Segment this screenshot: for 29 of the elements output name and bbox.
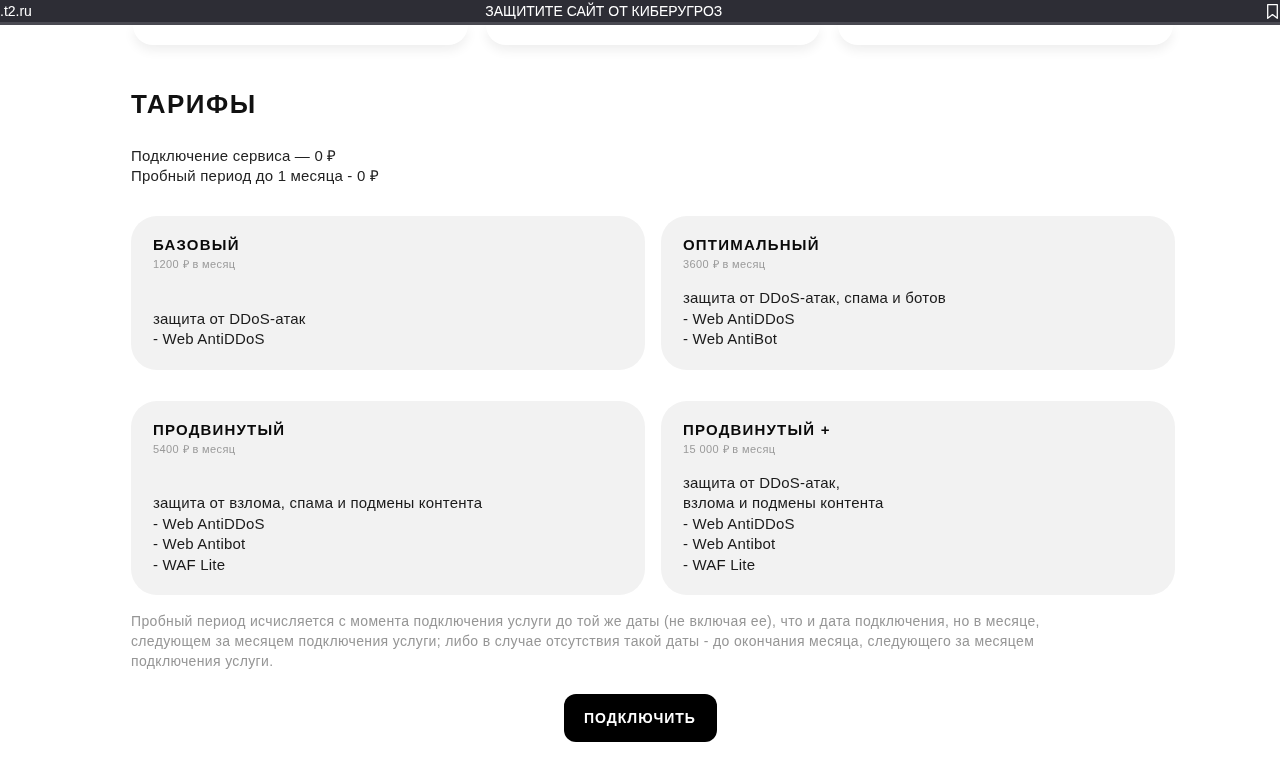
plan-name: ОПТИМАЛЬНЫЙ: [683, 236, 820, 254]
plan-description: защита от DDoS-атак, взлома и подмены контента: [683, 472, 884, 513]
trial-note: Пробный период исчисляется с момента подключения услуги до той же даты (не включая ее), что и дата подключения, но в месяце, следующем за месяцем подключения услуги; либо в случае отсутствия такой даты - до окончания месяца, следующего за месяцем подключения услуги.: [131, 612, 1041, 671]
plan-name: БАЗОВЫЙ: [153, 236, 240, 254]
feature-item: - Web Antibot: [153, 534, 246, 554]
section-heading: ТАРИФЫ: [131, 88, 258, 120]
feature-item: - Web AntiDDoS: [153, 513, 265, 534]
feature-item: - Web Antibot: [683, 534, 776, 554]
feature-item: - Web AntiDDoS: [683, 308, 795, 329]
plan-description: защита от взлома, спама и подмены контента: [153, 493, 483, 513]
feature-item: - Web AntiBot: [683, 329, 778, 349]
plan-description: защита от DDoS-атак: [153, 308, 306, 329]
plan-name: ПРОДВИНУТЫЙ: [153, 420, 286, 439]
plan-price: 5400 ₽ в месяц: [153, 441, 236, 457]
feature-item: - Web AntiDDoS: [153, 329, 265, 349]
plan-price: 3600 ₽ в месяц: [683, 257, 766, 272]
plan-description: защита от DDoS-атак, спама и ботов: [683, 288, 946, 308]
plan-name: ПРОДВИНУТЫЙ +: [683, 420, 831, 439]
intro-text: Пробный период до 1 месяца - 0 ₽: [131, 166, 379, 186]
intro-text: Подключение сервиса — 0 ₽: [131, 146, 337, 166]
plan-price: 15 000 ₽ в месяц: [683, 441, 776, 457]
page-title: ЗАЩИТИТЕ САЙТ ОТ КИБЕРУГРОЗ: [485, 3, 723, 19]
connect-button[interactable]: ПОДКЛЮЧИТЬ: [563, 694, 717, 742]
site-address: .t2.ru: [0, 3, 32, 19]
bookmark-icon[interactable]: [1267, 3, 1278, 19]
plan-price: 1200 ₽ в месяц: [153, 257, 236, 272]
feature-item: - WAF Lite: [683, 554, 756, 575]
feature-item: - Web AntiDDoS: [683, 513, 795, 534]
feature-item: - WAF Lite: [153, 554, 226, 575]
